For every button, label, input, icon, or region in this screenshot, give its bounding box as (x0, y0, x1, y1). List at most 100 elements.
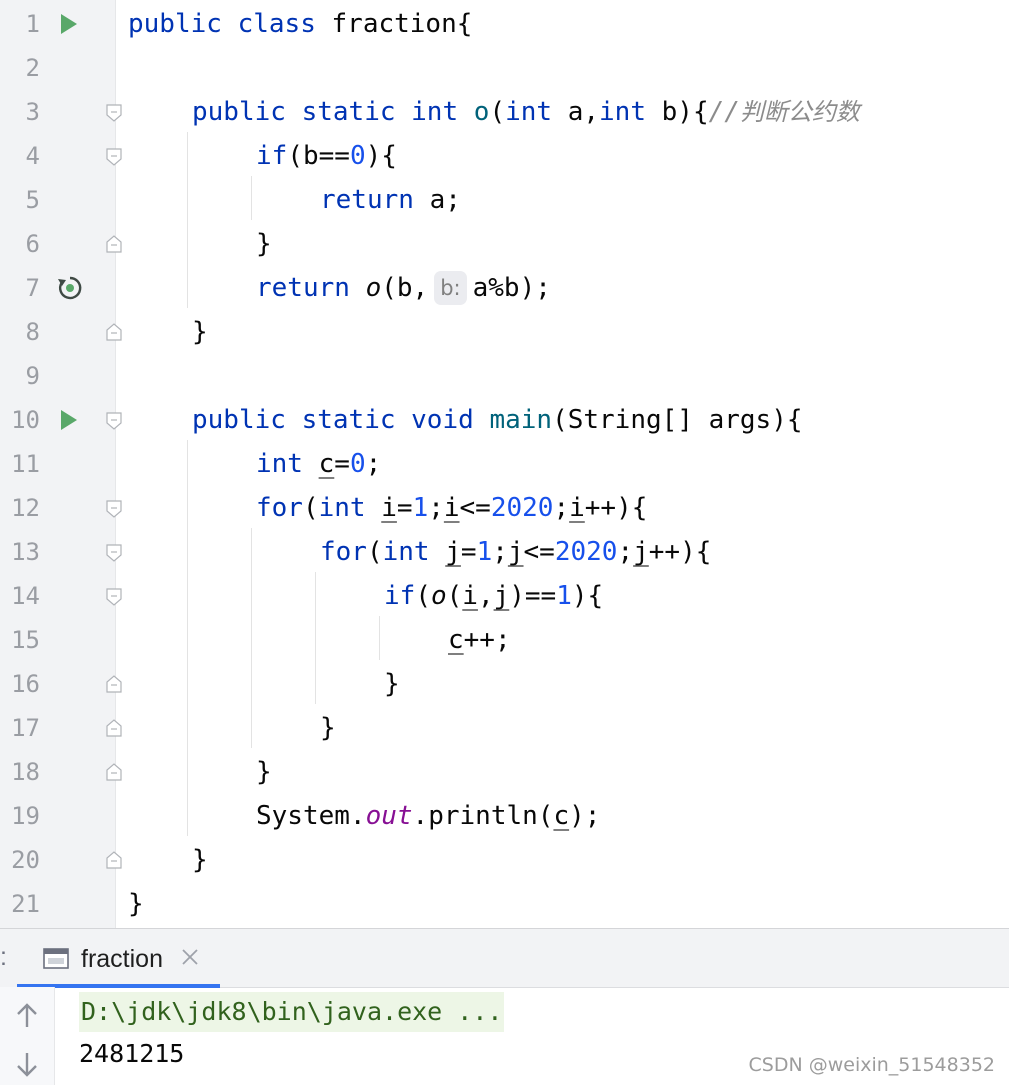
fold-marker-icon[interactable] (105, 718, 123, 738)
code-line: c++; (448, 618, 511, 662)
keyword: for (256, 493, 303, 523)
code-token: } (192, 317, 208, 347)
close-icon[interactable] (179, 946, 201, 968)
code-editor[interactable]: 1 2 3 4 5 6 7 8 9 10 11 12 13 14 15 16 1… (0, 0, 1009, 928)
number-literal: 0 (349, 449, 366, 479)
arrow-up-icon[interactable] (14, 1001, 40, 1029)
line-number: 14 (11, 582, 40, 610)
code-line: public class fraction{ (128, 2, 472, 46)
run-tab-fraction[interactable]: fraction (17, 929, 220, 988)
line-number: 15 (11, 626, 40, 654)
keyword: int (256, 449, 303, 479)
run-class-icon[interactable] (59, 12, 79, 36)
number-literal: 1 (476, 537, 493, 567)
fold-marker-icon[interactable] (105, 587, 123, 607)
code-token: <= (523, 537, 555, 567)
variable: i (381, 493, 397, 523)
console-command-line[interactable]: D:\jdk\jdk8\bin\java.exe ... (79, 992, 505, 1032)
code-token: } (256, 229, 272, 259)
keyword: public (192, 405, 286, 435)
fold-marker-icon[interactable] (105, 850, 123, 870)
code-token: ; (553, 493, 570, 523)
code-token: = (460, 537, 477, 567)
number-literal: 2020 (490, 493, 554, 523)
fold-marker-icon[interactable] (105, 543, 123, 563)
run-tab-bar: : fraction (0, 928, 1009, 988)
line-number: 8 (25, 318, 40, 346)
line-number: 12 (11, 494, 40, 522)
code-token: ( (302, 493, 319, 523)
indent-guide (251, 176, 252, 220)
indent-guide (187, 440, 188, 836)
code-token: a, (552, 97, 600, 127)
keyword: void (411, 405, 474, 435)
code-line: for(int j=1;j<=2020;j++){ (320, 530, 711, 574)
code-token: ; (428, 493, 444, 523)
code-token: ); (569, 801, 601, 831)
method-name: main (489, 405, 553, 435)
code-line: } (384, 662, 400, 706)
fold-marker-icon[interactable] (105, 103, 123, 123)
run-main-icon[interactable] (59, 408, 79, 432)
variable: i (569, 493, 585, 523)
code-token: ++){ (584, 493, 648, 523)
fold-marker-icon[interactable] (105, 147, 123, 167)
code-line: if(o(i,j)==1){ (384, 574, 603, 618)
variable: j (445, 537, 461, 567)
fold-marker-icon[interactable] (105, 411, 123, 431)
line-number: 3 (25, 98, 40, 126)
number-literal: 1 (556, 581, 572, 611)
fold-marker-icon[interactable] (105, 674, 123, 694)
code-line: int c=0; (256, 442, 381, 486)
code-token: } (256, 757, 272, 787)
code-token: a; (413, 185, 461, 215)
fold-marker-icon[interactable] (105, 762, 123, 782)
fold-marker-icon[interactable] (105, 322, 123, 342)
code-token: = (396, 493, 413, 523)
code-line: public static void main(String[] args){ (192, 398, 803, 442)
code-token: (b, (381, 273, 429, 303)
number-literal: 1 (412, 493, 429, 523)
code-token: (String[] args){ (552, 405, 803, 435)
keyword: int (382, 537, 430, 567)
static-field: out (365, 801, 413, 831)
code-line: for(int i=1;i<=2020;i++){ (256, 486, 647, 530)
line-number: 7 (25, 274, 40, 302)
keyword: int (505, 97, 553, 127)
line-number: 19 (11, 802, 40, 830)
arrow-down-icon[interactable] (14, 1051, 40, 1079)
code-token: } (320, 713, 336, 743)
code-token: ( (446, 581, 463, 611)
line-number: 9 (25, 362, 40, 390)
code-token: = (334, 449, 350, 479)
keyword: class (237, 9, 316, 39)
keyword: return (256, 273, 350, 303)
line-number: 10 (11, 406, 40, 434)
run-tab-label: fraction (81, 945, 163, 973)
code-token: ++; (463, 625, 511, 655)
fold-marker-icon[interactable] (105, 499, 123, 519)
variable: j (507, 537, 524, 567)
number-literal: 2020 (554, 537, 618, 567)
keyword: int (599, 97, 646, 127)
code-token: .println( (412, 801, 554, 831)
code-token: ; (492, 537, 508, 567)
keyword: int (318, 493, 366, 523)
console-output: 2481215 (79, 1039, 185, 1068)
line-number: 16 (11, 670, 40, 698)
code-line: public static int o(int a,int b){//判断公约数 (192, 90, 860, 134)
keyword: for (320, 537, 367, 567)
comment: 判断公约数 (739, 98, 860, 126)
console-tab-icon (43, 948, 69, 969)
fold-marker-icon[interactable] (105, 234, 123, 254)
keyword: int (411, 97, 459, 127)
keyword: static (301, 405, 396, 435)
method-name: o (473, 97, 490, 127)
